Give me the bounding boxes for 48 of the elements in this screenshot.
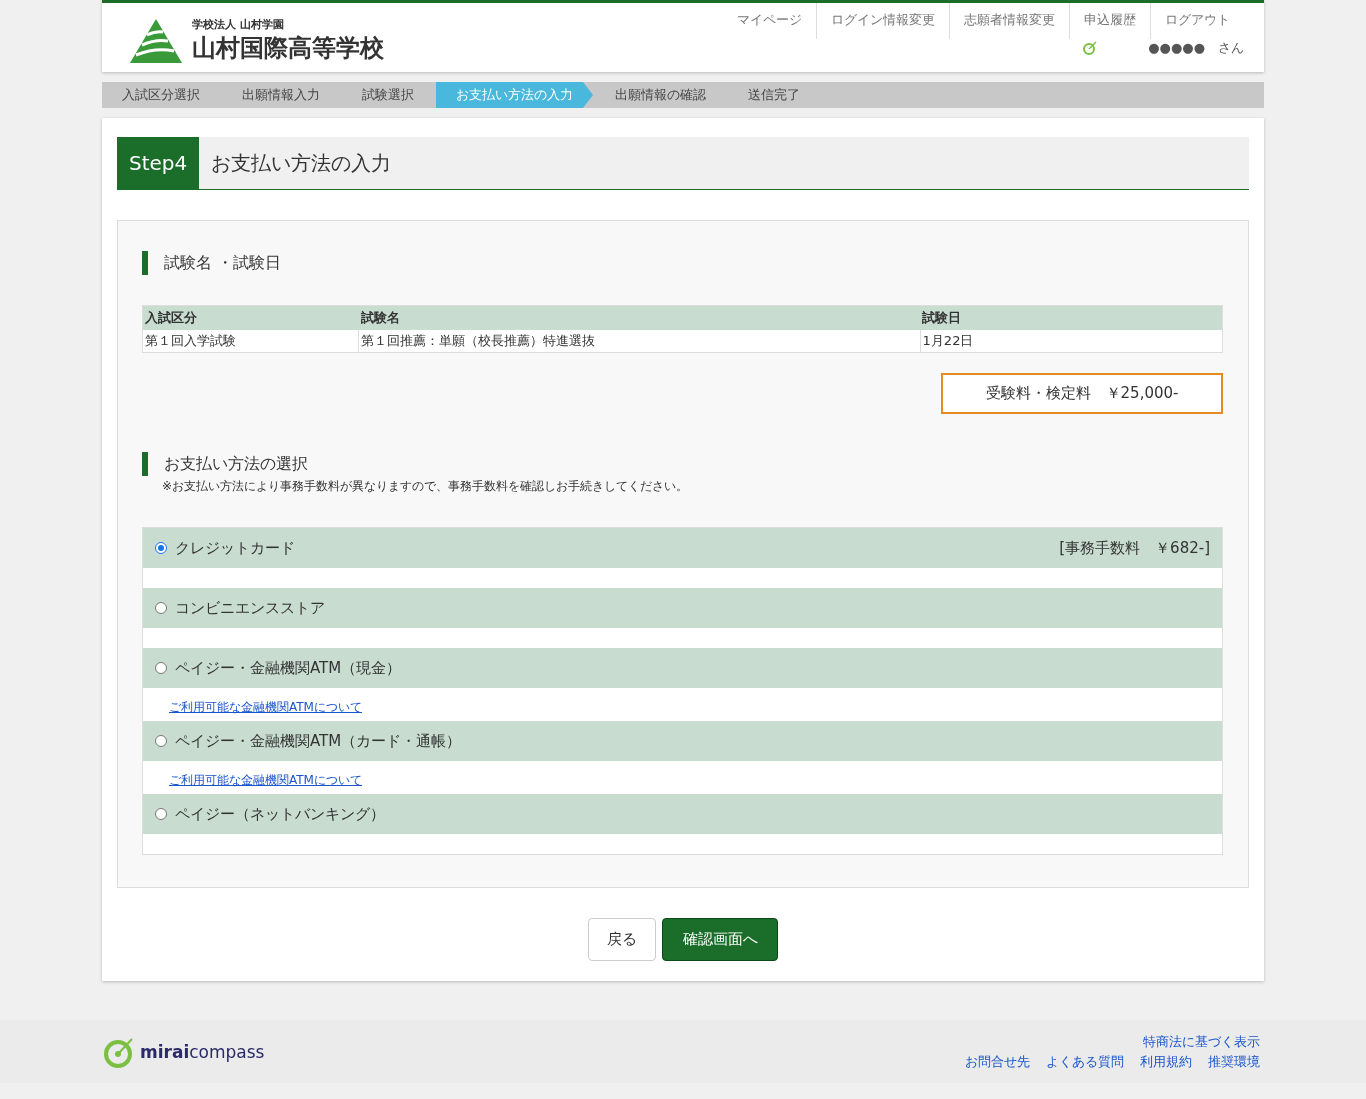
compass-icon — [1082, 40, 1099, 56]
brand-logo: miraicompass — [140, 1041, 265, 1062]
radio-button[interactable] — [155, 602, 167, 614]
payment-option[interactable]: クレジットカード [事務手数料 ￥682-] — [143, 528, 1222, 568]
nav-link[interactable]: 志願者情報変更 — [950, 3, 1070, 39]
payment-note: ※お支払い方法により事務手数料が異なりますので、事務手数料を確認しお手続きしてください。 — [161, 478, 690, 495]
radio-button[interactable] — [155, 662, 167, 674]
payment-option[interactable]: ペイジー・金融機関ATM（現金） — [143, 648, 1222, 688]
exam-fee: 受験料・検定料 ￥25,000- — [941, 373, 1223, 414]
nav-link[interactable]: ログイン情報変更 — [817, 3, 950, 39]
page-title: お支払い方法の入力 — [210, 149, 392, 177]
table-header: 入試区分 — [142, 305, 359, 330]
atm-info-link[interactable]: ご利用可能な金融機関ATMについて — [169, 700, 362, 714]
atm-info-link[interactable]: ご利用可能な金融機関ATMについて — [169, 773, 362, 787]
table-cell: 第１回入学試験 — [142, 330, 359, 353]
table-header: 試験名 — [358, 305, 921, 330]
nav-link[interactable]: マイページ — [723, 3, 817, 39]
radio-button[interactable] — [155, 735, 167, 747]
payment-option[interactable]: ペイジー・金融機関ATM（カード・通帳） — [143, 721, 1222, 761]
option-label: ペイジー・金融機関ATM（カード・通帳） — [175, 731, 462, 751]
handling-fee: [事務手数料 ￥682-] — [1059, 538, 1210, 558]
nav-link[interactable]: 申込履歴 — [1070, 3, 1151, 39]
confirm-button[interactable]: 確認画面へ — [662, 918, 778, 961]
section-heading: 試験名 ・試験日 — [142, 251, 1223, 275]
payment-option[interactable]: コンビニエンスストア — [143, 588, 1222, 628]
footer-link[interactable]: お問合せ先 — [965, 1052, 1030, 1071]
back-button[interactable]: 戻る — [588, 918, 656, 961]
option-label: コンビニエンスストア — [175, 598, 325, 618]
step-badge: Step4 — [117, 137, 200, 189]
footer-link[interactable]: よくある質問 — [1046, 1052, 1124, 1071]
school-name: 山村国際高等学校 — [192, 33, 384, 64]
option-label: クレジットカード — [175, 538, 295, 558]
section-heading: お支払い方法の選択 — [142, 452, 1223, 476]
footer-link[interactable]: 推奨環境 — [1208, 1052, 1260, 1071]
school-org: 学校法人 山村学園 — [192, 17, 285, 32]
nav-link[interactable]: ログアウト — [1151, 3, 1244, 39]
table-cell: 第１回推薦：単願（校長推薦）特進選抜 — [358, 330, 921, 353]
user-name: ●●●●● さん — [1148, 39, 1244, 57]
radio-button[interactable] — [155, 808, 167, 820]
option-label: ペイジー（ネットバンキング） — [175, 804, 385, 824]
footer-link[interactable]: 特商法に基づく表示 — [1143, 1032, 1260, 1051]
table-cell: 1月22日 — [920, 330, 1223, 353]
option-label: ペイジー・金融機関ATM（現金） — [175, 658, 402, 678]
footer-link[interactable]: 利用規約 — [1140, 1052, 1192, 1071]
progress-step: お支払い方法の入力 — [436, 82, 593, 108]
radio-button[interactable] — [155, 542, 167, 554]
table-header: 試験日 — [920, 305, 1223, 330]
payment-option[interactable]: ペイジー（ネットバンキング） — [143, 794, 1222, 834]
